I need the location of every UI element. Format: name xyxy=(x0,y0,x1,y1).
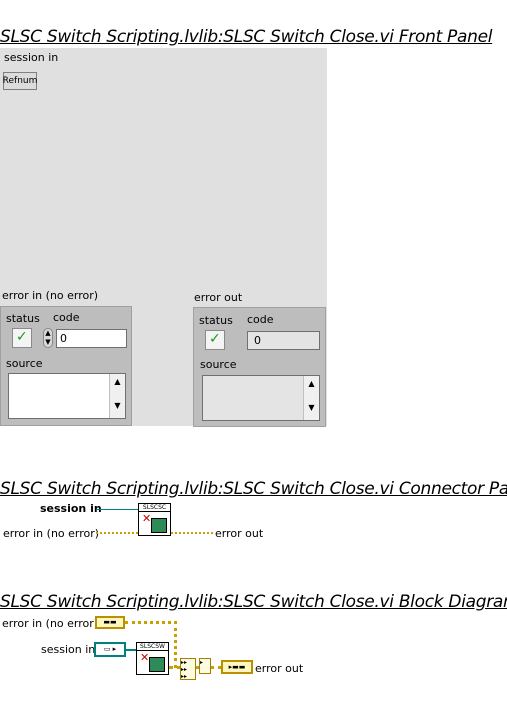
bd-error-out-label: error out xyxy=(255,662,304,675)
error-in-label: error in (no error) xyxy=(2,289,99,302)
bd-session-in-label: session in xyxy=(41,643,96,656)
bd-error-wire-h1 xyxy=(125,621,177,624)
bd-error-out-terminal[interactable]: ▸▬▬ xyxy=(221,660,253,674)
cp-error-in-label: error in (no error) xyxy=(3,527,100,540)
error-out-source-label: source xyxy=(200,358,237,371)
switch-icon xyxy=(151,518,167,533)
cp-session-in-label: session in xyxy=(40,502,102,515)
check-icon: ✓ xyxy=(16,329,28,345)
cp-error-out-label: error out xyxy=(215,527,264,540)
error-in-code-label: code xyxy=(53,311,80,324)
error-in-source-label: source xyxy=(6,357,43,370)
error-out-code-field: 0 xyxy=(247,331,320,350)
error-out-source-field: ▲ ▼ xyxy=(202,375,320,421)
cp-error-out-wire xyxy=(171,532,213,534)
session-in-label: session in xyxy=(4,51,59,64)
error-out-status-indicator: ✓ xyxy=(205,330,225,350)
error-in-source-field[interactable]: ▲ ▼ xyxy=(8,373,126,419)
merge-errors-node[interactable]: ▸▸ ▸▸ ▸▸ xyxy=(180,658,196,680)
bd-error-in-label: error in (no error) xyxy=(2,617,99,630)
front-panel-title: SLSC Switch Scripting.lvlib:SLSC Switch … xyxy=(0,27,493,47)
error-in-cluster: status code ✓ ▲ ▼ 0 source ▲ ▼ xyxy=(0,306,132,426)
connector-pane-title: SLSC Switch Scripting.lvlib:SLSC Switch … xyxy=(0,479,507,499)
error-in-status-label: status xyxy=(6,312,40,325)
source-scrollbar[interactable]: ▲ ▼ xyxy=(109,374,125,418)
source-scrollbar[interactable]: ▲ ▼ xyxy=(303,376,319,420)
bd-error-wire-h4 xyxy=(211,666,221,669)
error-out-code-label: code xyxy=(247,313,274,326)
cp-session-wire xyxy=(96,509,138,510)
vi-icon: SLSCSC ✕ xyxy=(138,503,171,536)
error-out-cluster: status code ✓ 0 source ▲ ▼ xyxy=(193,307,326,427)
bd-session-in-terminal[interactable]: ▭ ▸ xyxy=(94,642,126,657)
scroll-up-icon[interactable]: ▲ xyxy=(110,377,125,386)
error-out-label: error out xyxy=(194,291,243,304)
bd-error-in-terminal[interactable]: ▬▬ xyxy=(95,616,125,629)
error-node[interactable]: ▸ xyxy=(199,658,211,674)
code-increment-decrement-icon[interactable]: ▲ ▼ xyxy=(43,328,53,348)
error-out-status-label: status xyxy=(199,314,233,327)
block-diagram-title: SLSC Switch Scripting.lvlib:SLSC Switch … xyxy=(0,592,507,612)
close-icon: ✕ xyxy=(140,651,150,664)
scroll-down-icon[interactable]: ▼ xyxy=(110,401,125,410)
cp-error-in-wire xyxy=(96,532,138,534)
check-icon: ✓ xyxy=(209,331,221,347)
bd-vi-icon[interactable]: SLSCSW ✕ xyxy=(136,642,169,675)
switch-icon xyxy=(149,657,165,672)
scroll-down-icon[interactable]: ▼ xyxy=(304,403,319,412)
front-panel: session in Refnum error in (no error) st… xyxy=(0,48,327,427)
bd-session-wire xyxy=(126,649,136,651)
error-in-status-checkbox[interactable]: ✓ xyxy=(12,328,32,348)
scroll-up-icon[interactable]: ▲ xyxy=(304,379,319,388)
close-icon: ✕ xyxy=(142,512,152,525)
error-in-code-field[interactable]: 0 xyxy=(56,329,127,348)
bd-error-wire-v xyxy=(174,621,177,668)
session-in-refnum[interactable]: Refnum xyxy=(3,72,37,90)
